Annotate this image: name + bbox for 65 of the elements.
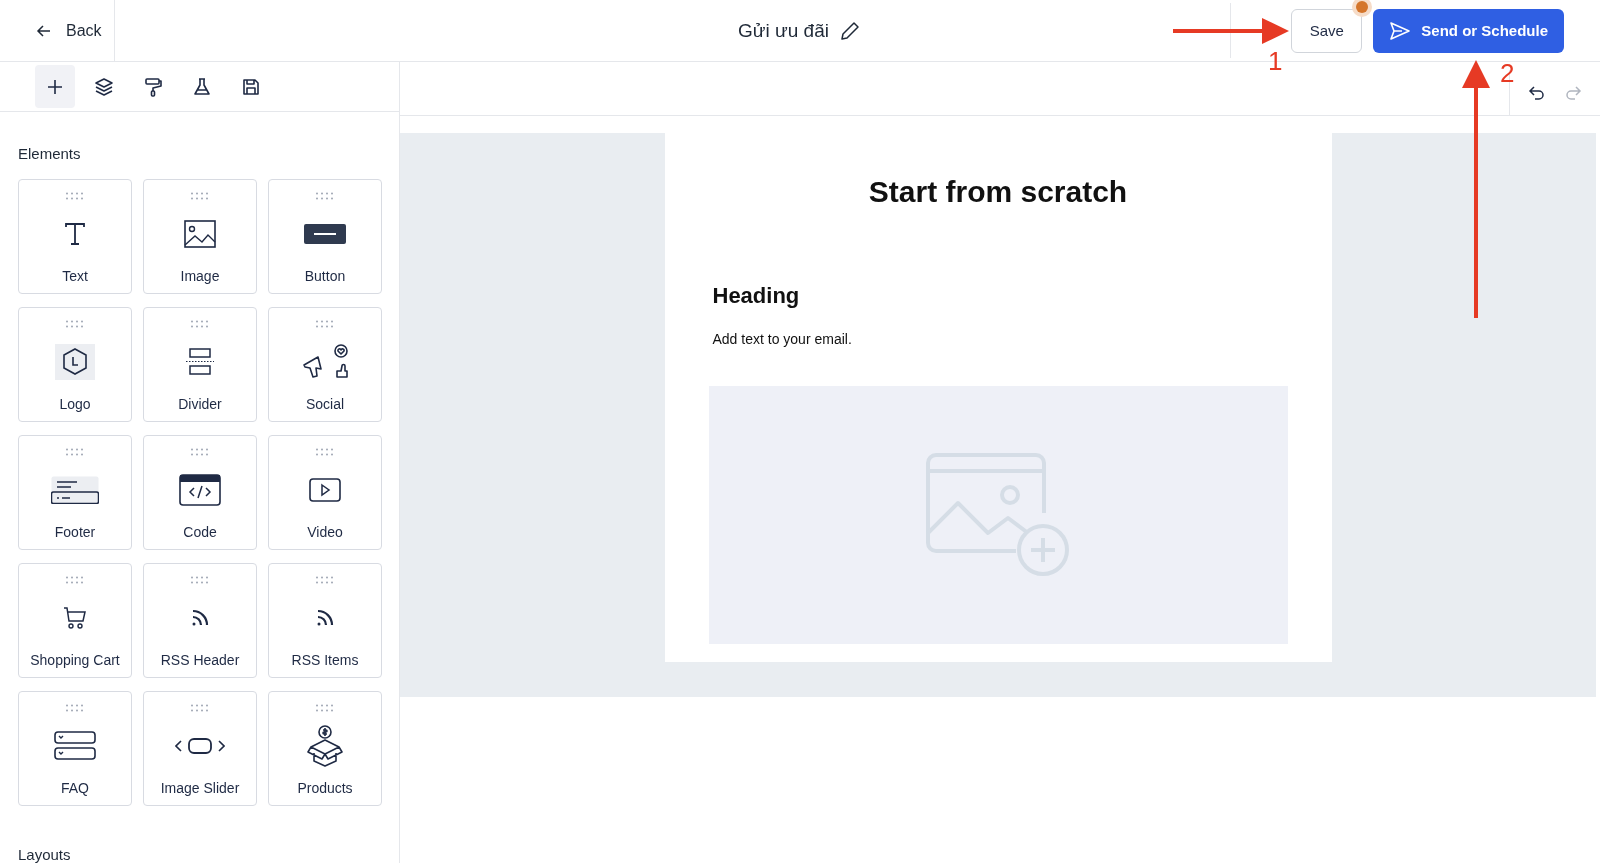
paint-roller-icon [142, 75, 164, 98]
element-tile[interactable]: RSS Header [143, 563, 257, 678]
rss-icon [190, 608, 210, 628]
drag-handle-icon [315, 192, 335, 200]
back-button[interactable]: Back [0, 0, 115, 61]
drag-handle-icon [190, 704, 210, 712]
faq-accordion-icon [54, 731, 96, 761]
drag-handle-icon [190, 576, 210, 584]
element-tile[interactable]: Image [143, 179, 257, 294]
drag-handle-icon [315, 576, 335, 584]
element-tile[interactable]: Text [18, 179, 132, 294]
send-or-schedule-button[interactable]: Send or Schedule [1373, 8, 1564, 53]
social-icon [301, 343, 349, 381]
element-tile[interactable]: Video [268, 435, 382, 550]
video-play-icon [309, 478, 341, 502]
footer-icon [51, 476, 99, 504]
drag-handle-icon [315, 704, 335, 712]
drag-handle-icon [190, 320, 210, 328]
drag-handle-icon [65, 192, 85, 200]
drag-handle-icon [315, 448, 335, 456]
button-icon [304, 224, 346, 244]
element-tile[interactable]: Image Slider [143, 691, 257, 806]
add-tool-button[interactable] [35, 65, 75, 108]
product-box-icon [306, 725, 344, 767]
element-tile[interactable]: Shopping Cart [18, 563, 132, 678]
image-icon [184, 220, 216, 248]
flask-icon [191, 75, 213, 98]
section-heading: Elements [18, 145, 82, 162]
element-tile[interactable]: Button [268, 179, 382, 294]
send-icon [1389, 20, 1412, 41]
element-tile[interactable]: Code [143, 435, 257, 550]
image-slider-icon [175, 737, 225, 755]
add-image-icon [925, 452, 1071, 578]
element-tile[interactable]: FAQ [18, 691, 132, 806]
element-tile[interactable]: Products [268, 691, 382, 806]
save-button[interactable]: Save [1291, 8, 1363, 53]
annotation-number: 1 [1268, 46, 1283, 76]
code-icon [179, 474, 221, 506]
email-heading: Heading [712, 283, 801, 309]
drag-handle-icon [190, 192, 210, 200]
undo-icon[interactable] [1528, 83, 1546, 102]
drag-handle-icon [65, 320, 85, 328]
hexagon-logo-icon [55, 344, 95, 380]
email-text: Add text to your email. [712, 331, 853, 347]
element-tile[interactable]: RSS Items [268, 563, 382, 678]
annotation-number: 2 [1500, 58, 1515, 88]
drag-handle-icon [190, 448, 210, 456]
email-title: Start from scratch [867, 175, 1129, 209]
shopping-cart-icon [63, 606, 87, 630]
drag-handle-icon [65, 704, 85, 712]
rss-icon [315, 608, 335, 628]
section-heading: Layouts [18, 846, 72, 863]
element-tile[interactable]: Social [268, 307, 382, 422]
layers-icon [93, 75, 115, 98]
element-tile[interactable]: Logo [18, 307, 132, 422]
drag-handle-icon [65, 576, 85, 584]
campaign-title: Gửi ưu đãi [738, 19, 829, 42]
drag-handle-icon [315, 320, 335, 328]
divider-icon [185, 348, 215, 376]
text-icon [63, 221, 87, 247]
arrow-left-icon [36, 22, 52, 39]
element-tile[interactable]: Divider [143, 307, 257, 422]
pencil-icon[interactable] [838, 19, 861, 42]
drag-handle-icon [65, 448, 85, 456]
element-tile[interactable]: Footer [18, 435, 132, 550]
